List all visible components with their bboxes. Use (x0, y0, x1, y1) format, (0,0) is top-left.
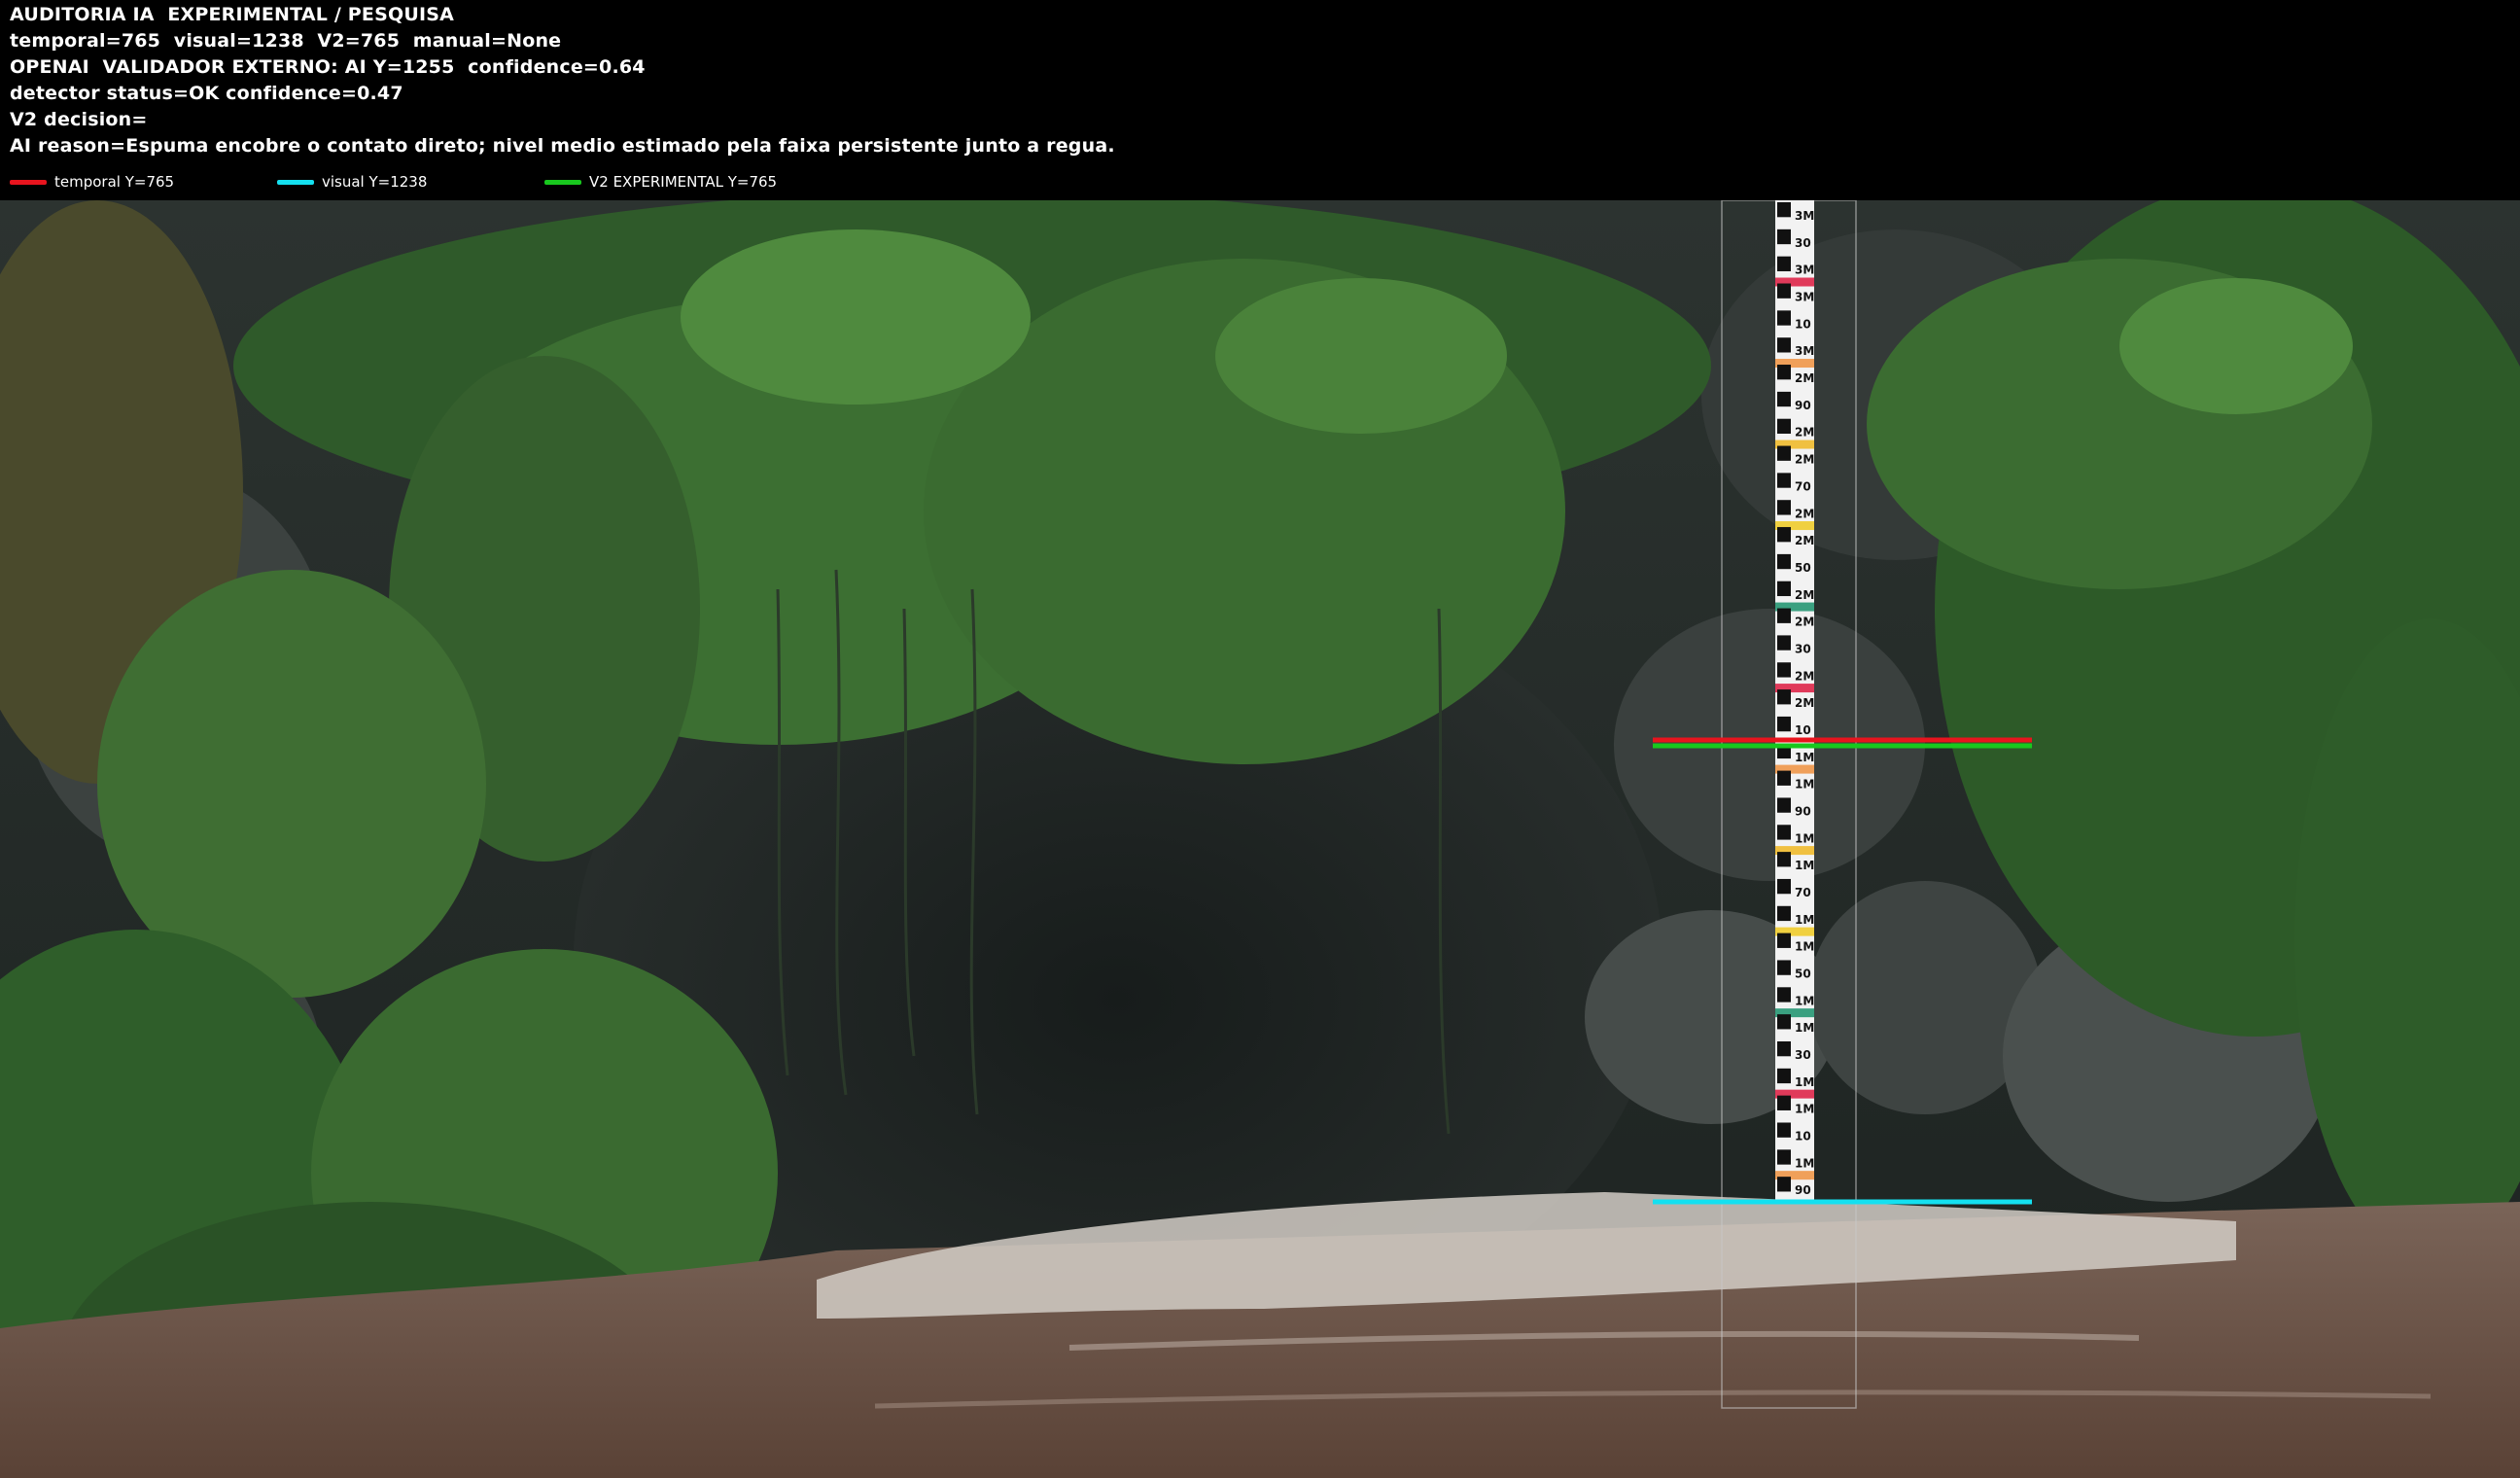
gauge-tick (1777, 770, 1791, 786)
gauge-tick (1777, 256, 1791, 271)
gauge-tick (1777, 1149, 1791, 1165)
gauge-mark-label: 1M (1795, 913, 1814, 927)
gauge-tick (1777, 716, 1791, 732)
gauge-tick (1777, 689, 1791, 705)
gauge-mark-label: 3M (1795, 264, 1814, 277)
gauge-mark-label: 50 (1795, 561, 1811, 575)
gauge-mark-label: 2M (1795, 696, 1814, 710)
legend-temporal-swatch (10, 179, 47, 185)
gauge-mark-label: 90 (1795, 1183, 1811, 1197)
gauge-mark-label: 2M (1795, 426, 1814, 440)
legend-visual: visual Y=1238 (277, 171, 427, 193)
gauge-mark-label: 30 (1795, 1048, 1811, 1062)
gauge-tick (1777, 337, 1791, 353)
gauge-mark-label: 1M (1795, 1075, 1814, 1089)
gauge-mark-label: 2M (1795, 588, 1814, 602)
gauge-tick (1777, 310, 1791, 326)
gauge-mark-label: 30 (1795, 642, 1811, 655)
gauge-tick (1777, 933, 1791, 948)
gauge-tick (1777, 202, 1791, 218)
legend-visual-label: visual Y=1238 (322, 173, 428, 191)
gauge-tick (1777, 960, 1791, 975)
gauge-tick (1777, 500, 1791, 515)
gauge-tick (1777, 987, 1791, 1003)
gauge-mark-label: 50 (1795, 968, 1811, 981)
gauge-tick (1777, 825, 1791, 840)
gauge-mark-label: 3M (1795, 344, 1814, 358)
gauge-mark-label: 2M (1795, 669, 1814, 683)
gauge-mark-label: 1M (1795, 831, 1814, 845)
audit-title: AUDITORIA IA EXPERIMENTAL / PESQUISA (10, 4, 455, 25)
gauge-tick (1777, 1095, 1791, 1110)
gauge-mark-label: 2M (1795, 371, 1814, 385)
gauge-mark-label: 1M (1795, 751, 1814, 764)
gauge-mark-label: 2M (1795, 507, 1814, 520)
gauge-tick (1777, 1040, 1791, 1057)
gauge-tick (1777, 418, 1791, 435)
gauge-mark-label: 1M (1795, 940, 1814, 954)
legend-v2-swatch (544, 179, 581, 185)
gauge-tick (1777, 445, 1791, 461)
v2-decision-line: V2 decision= (10, 109, 148, 130)
gauge-tick (1777, 581, 1791, 597)
audit-overlay-panel: AUDITORIA IA EXPERIMENTAL / PESQUISA tem… (0, 0, 2520, 200)
gauge-tick (1777, 1122, 1791, 1138)
gauge-mark-label: 10 (1795, 723, 1811, 737)
external-validator-line: OPENAI VALIDADOR EXTERNO: AI Y=1255 conf… (10, 56, 646, 78)
gauge-tick (1777, 283, 1791, 299)
gauge-mark-label: 1M (1795, 1021, 1814, 1035)
gauge-tick (1777, 229, 1791, 245)
gauge-mark-label: 1M (1795, 1103, 1814, 1116)
gauge-tick (1777, 1014, 1791, 1030)
gauge-mark-label: 1M (1795, 994, 1814, 1007)
gauge-mark-label: 10 (1795, 1130, 1811, 1144)
gauge-tick (1777, 905, 1791, 922)
gauge-mark-label: 2M (1795, 616, 1814, 629)
gauge-mark-label: 2M (1795, 534, 1814, 547)
gauge-mark-label: 90 (1795, 804, 1811, 818)
gauge-mark-label: 10 (1795, 317, 1811, 331)
river-gauge-photo: 3M 30 3M 3M 10 3M 2M 90 2M 2M 70 2M 2M 50 2M 2M 30 2M 2M 10… (0, 200, 2520, 1478)
gauge-mark-label: 3M (1795, 291, 1814, 304)
gauge-tick (1777, 553, 1791, 570)
gauge-tick (1777, 1177, 1791, 1192)
gauge-mark-label: 1M (1795, 1156, 1814, 1170)
measurement-values: temporal=765 visual=1238 V2=765 manual=N… (10, 30, 562, 52)
gauge-mark-label: 2M (1795, 453, 1814, 467)
gauge-mark-label: 1M (1795, 778, 1814, 792)
gauge-tick (1777, 365, 1791, 380)
detector-status-line: detector status=OK confidence=0.47 (10, 83, 403, 104)
gauge-tick (1777, 635, 1791, 651)
gauge-tick (1777, 662, 1791, 678)
gauge-mark-label: 90 (1795, 399, 1811, 412)
legend-visual-swatch (277, 179, 314, 185)
staff-gauge: 3M 30 3M 3M 10 3M 2M 90 2M 2M 70 2M 2M 50 2M 2M 30 2M 2M 10… (1775, 200, 1814, 1202)
gauge-mark-label: 70 (1795, 479, 1811, 493)
gauge-tick (1777, 608, 1791, 623)
gauge-tick (1777, 797, 1791, 813)
gauge-mark-label: 3M (1795, 209, 1814, 223)
ai-reason-line: AI reason=Espuma encobre o contato diret… (10, 135, 1115, 157)
legend-v2-label: V2 EXPERIMENTAL Y=765 (589, 173, 778, 191)
gauge-tick (1777, 878, 1791, 895)
legend-temporal: temporal Y=765 (10, 171, 174, 193)
legend-v2: V2 EXPERIMENTAL Y=765 (544, 171, 777, 193)
legend-temporal-label: temporal Y=765 (54, 173, 175, 191)
gauge-mark-label: 70 (1795, 886, 1811, 899)
gauge-tick (1777, 1068, 1791, 1084)
gauge-tick (1777, 527, 1791, 543)
gauge-mark-label: 1M (1795, 859, 1814, 872)
gauge-tick (1777, 473, 1791, 488)
camera-frame: 3M 30 3M 3M 10 3M 2M 90 2M 2M 70 2M 2M 50 2M 2M 30 2M 2M 10… (0, 200, 2520, 1478)
gauge-tick (1777, 852, 1791, 867)
gauge-mark-label: 30 (1795, 236, 1811, 250)
gauge-tick (1777, 391, 1791, 407)
